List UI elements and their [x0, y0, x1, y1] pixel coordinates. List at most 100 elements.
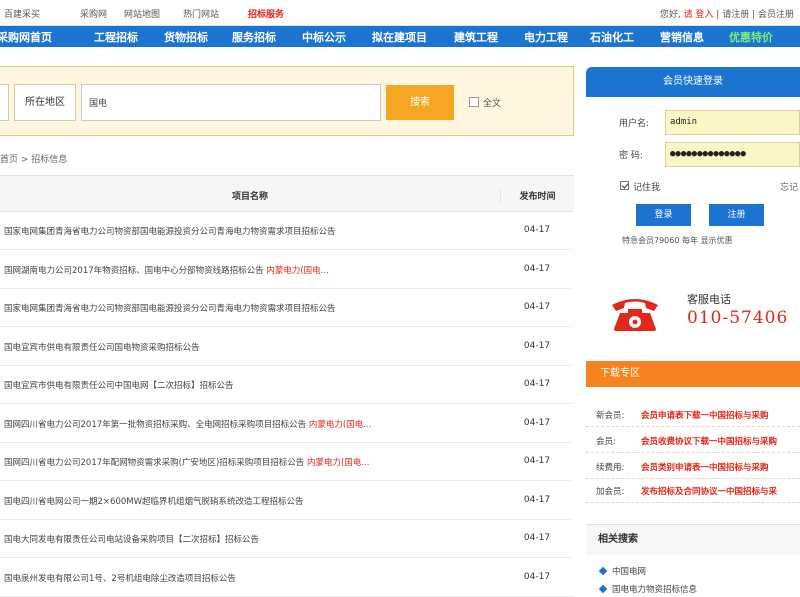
publish-date: 04-17: [523, 379, 551, 389]
nav-item-goods[interactable]: 货物招标: [164, 29, 208, 45]
top-link-popular[interactable]: 热门网站: [183, 7, 219, 20]
register-link[interactable]: 请注册: [722, 10, 749, 20]
project-name-text[interactable]: 国家电网集团青海省电力公司物资部国电能源投资分公司青海电力物资需求项目招标公告: [4, 227, 336, 237]
download-row[interactable]: 续费用: 会员类别申请表一中国招标与采购: [586, 453, 800, 479]
top-bar: 百建采买 采购网 网站地图 热门网站 招标服务 您好, 请 登入 | 请注册 |…: [0, 0, 800, 26]
project-name-text[interactable]: 国网湖南电力公司2017年物资招标、国电中心分部物资线路招标公告: [4, 266, 264, 276]
greeting: 您好,: [659, 10, 681, 20]
nav-item-petro[interactable]: 石油化工: [590, 29, 634, 45]
related-item-label[interactable]: 国电电力物资招标信息: [612, 585, 697, 595]
download-link[interactable]: 会员申请表下载一中国招标与采购: [641, 409, 769, 421]
download-key: 加会员:: [596, 487, 625, 497]
nav-item-power[interactable]: 电力工程: [524, 29, 568, 45]
nav-item-service[interactable]: 服务招标: [232, 29, 276, 45]
project-name-text[interactable]: 国电四川省电网公司一期2×600MW超临界机组烟气脱硝系统改造工程招标公告: [4, 497, 304, 507]
project-name-link[interactable]: 国电宜宾市供电有限责任公司国电物资采购招标公告: [4, 341, 496, 353]
nav-item-project[interactable]: 工程招标: [94, 29, 138, 45]
download-row[interactable]: 加会员: 发布招标及合同协议一中国招标与采: [586, 477, 800, 503]
nav-item-planned[interactable]: 拟在建项目: [372, 29, 427, 45]
table-row[interactable]: 国电宜宾市供电有限责任公司国电物资采购招标公告 04-17: [0, 328, 574, 366]
nav-item-home[interactable]: 采购网首页: [0, 29, 52, 45]
download-link[interactable]: 会员类别申请表一中国招标与采购: [641, 461, 769, 473]
project-name-link[interactable]: 国网湖南电力公司2017年物资招标、国电中心分部物资线路招标公告 内蒙电力(国电…: [4, 264, 496, 276]
download-title: 下载专区: [586, 361, 800, 387]
project-name-text[interactable]: 国网四川省电力公司2017年配网物资需求采购(广安地区)招标采购项目招标公告: [4, 458, 304, 468]
nav-item-marketing[interactable]: 营销信息: [660, 29, 704, 45]
publish-date: 04-17: [523, 533, 551, 543]
project-name-link[interactable]: 国电宜宾市供电有限责任公司中国电网【二次招标】招标公告: [4, 379, 496, 391]
search-button[interactable]: 搜索: [386, 85, 454, 120]
member-note: 特急会员79060 每年 显示优惠: [622, 236, 733, 245]
project-name-text[interactable]: 国家电网集团青海省电力公司物资部国电能源投资分公司青海电力物资需求项目招标公告: [4, 304, 336, 314]
table-row[interactable]: 国网四川省电力公司2017年配网物资需求采购(广安地区)招标采购项目招标公告 内…: [0, 443, 574, 481]
project-name-link[interactable]: 国家电网集团青海省电力公司物资部国电能源投资分公司青海电力物资需求项目招标公告: [4, 302, 496, 314]
download-row[interactable]: 新会员: 会员申请表下载一中国招标与采购: [586, 401, 800, 427]
nav-item-deals[interactable]: 优惠特价: [729, 29, 773, 45]
related-item[interactable]: 国电电力物资招标信息: [598, 583, 697, 595]
fulltext-checkbox[interactable]: [469, 97, 479, 107]
download-link[interactable]: 会员收费协议下载一中国招标与采购: [641, 435, 777, 447]
fulltext-label: 全文: [483, 99, 502, 109]
publish-date: 04-17: [523, 571, 551, 582]
search-panel: 所在地区 搜索 全文: [0, 66, 574, 136]
table-header: 项目名称 发布时间: [0, 175, 574, 212]
table-row[interactable]: 国电宜宾市供电有限责任公司中国电网【二次招标】招标公告 04-17: [0, 366, 574, 404]
top-link-purchase[interactable]: 采购网: [80, 7, 107, 20]
project-name-text[interactable]: 国电大同发电有限责任公司电站设备采购项目【二次招标】招标公告: [4, 535, 259, 545]
vip-link[interactable]: 会员注册: [758, 10, 794, 20]
column-header-name: 项目名称: [231, 192, 268, 202]
related-item-label[interactable]: 中国电网: [612, 567, 646, 577]
table-row[interactable]: 国电四川省电网公司一期2×600MW超临界机组烟气脱硝系统改造工程招标公告 04…: [0, 482, 574, 520]
publish-date: 04-17: [523, 340, 551, 351]
download-key: 续费用:: [596, 463, 625, 473]
password-input[interactable]: ●●●●●●●●●●●●●●: [665, 142, 800, 167]
table-row[interactable]: 国电泉州发电有限公司1号、2号机组电除尘改造项目招标公告 04-17: [0, 559, 574, 597]
project-name-text[interactable]: 国电泉州发电有限公司1号、2号机组电除尘改造项目招标公告: [4, 574, 236, 584]
project-name-text[interactable]: 国电宜宾市供电有限责任公司国电物资采购招标公告: [4, 343, 200, 353]
project-name-link[interactable]: 国网四川省电力公司2017年配网物资需求采购(广安地区)招标采购项目招标公告 内…: [4, 456, 496, 468]
table-row[interactable]: 国家电网集团青海省电力公司物资部国电能源投资分公司青海电力物资需求项目招标公告 …: [0, 212, 574, 250]
related-item[interactable]: 中国电网: [598, 565, 646, 577]
top-link-home[interactable]: 百建采买: [4, 7, 40, 20]
top-link-service[interactable]: 招标服务: [248, 7, 284, 20]
project-name-link[interactable]: 国网四川省电力公司2017年第一批物资招标采购、全电网招标采购项目招标公告 内蒙…: [4, 418, 496, 430]
project-name-link[interactable]: 国电大同发电有限责任公司电站设备采购项目【二次招标】招标公告: [4, 533, 496, 545]
hotline-panel: 客服电话 010-57406: [586, 266, 800, 354]
nav-item-award[interactable]: 中标公示: [302, 29, 346, 45]
download-panel: 下载专区 新会员: 会员申请表下载一中国招标与采购 会员: 会员收费协议下载一中…: [586, 361, 800, 503]
category-select[interactable]: [0, 84, 9, 121]
top-link-sitemap[interactable]: 网站地图: [124, 7, 160, 20]
project-name-link[interactable]: 国家电网集团青海省电力公司物资部国电能源投资分公司青海电力物资需求项目招标公告: [4, 225, 496, 237]
project-name-link[interactable]: 国电四川省电网公司一期2×600MW超临界机组烟气脱硝系统改造工程招标公告: [4, 495, 496, 507]
nav-item-construction[interactable]: 建筑工程: [454, 29, 498, 45]
table-row[interactable]: 国电大同发电有限责任公司电站设备采购项目【二次招标】招标公告 04-17: [0, 520, 574, 558]
breadcrumb: 首页 > 招标信息: [0, 155, 68, 165]
download-row[interactable]: 会员: 会员收费协议下载一中国招标与采购: [586, 427, 800, 453]
project-tag[interactable]: 内蒙电力(国电...: [307, 458, 369, 468]
project-name-text[interactable]: 国电宜宾市供电有限责任公司中国电网【二次招标】招标公告: [4, 381, 234, 391]
username-input[interactable]: admin: [665, 110, 800, 135]
main-nav: 采购网首页 工程招标 货物招标 服务招标 中标公示 拟在建项目 建筑工程 电力工…: [0, 26, 800, 47]
related-title: 相关搜索: [586, 525, 800, 555]
region-select[interactable]: 所在地区: [14, 84, 76, 121]
download-link[interactable]: 发布招标及合同协议一中国招标与采: [641, 485, 777, 497]
telephone-icon: [612, 299, 658, 331]
project-tag[interactable]: 内蒙电力(国电...: [309, 420, 371, 430]
login-link[interactable]: 请 登入: [684, 10, 714, 20]
table-row[interactable]: 国网四川省电力公司2017年第一批物资招标采购、全电网招标采购项目招标公告 内蒙…: [0, 405, 574, 443]
login-title: 会员快速登录: [586, 67, 800, 97]
download-key: 会员:: [596, 437, 616, 447]
remember-checkbox[interactable]: [620, 181, 629, 190]
project-name-text[interactable]: 国网四川省电力公司2017年第一批物资招标采购、全电网招标采购项目招标公告: [4, 420, 306, 430]
download-key: 新会员:: [596, 411, 625, 421]
search-input[interactable]: [81, 84, 381, 121]
project-name-link[interactable]: 国电泉州发电有限公司1号、2号机组电除尘改造项目招标公告: [4, 572, 496, 584]
project-tag[interactable]: 内蒙电力(国电...: [266, 266, 328, 276]
forgot-link[interactable]: 忘记: [780, 180, 798, 193]
login-button[interactable]: 登录: [636, 204, 691, 226]
table-row[interactable]: 国家电网集团青海省电力公司物资部国电能源投资分公司青海电力物资需求项目招标公告 …: [0, 289, 574, 327]
register-button[interactable]: 注册: [709, 204, 764, 226]
publish-date: 04-17: [523, 225, 551, 235]
table-row[interactable]: 国网湖南电力公司2017年物资招标、国电中心分部物资线路招标公告 内蒙电力(国电…: [0, 251, 574, 289]
publish-date: 04-17: [523, 494, 551, 505]
